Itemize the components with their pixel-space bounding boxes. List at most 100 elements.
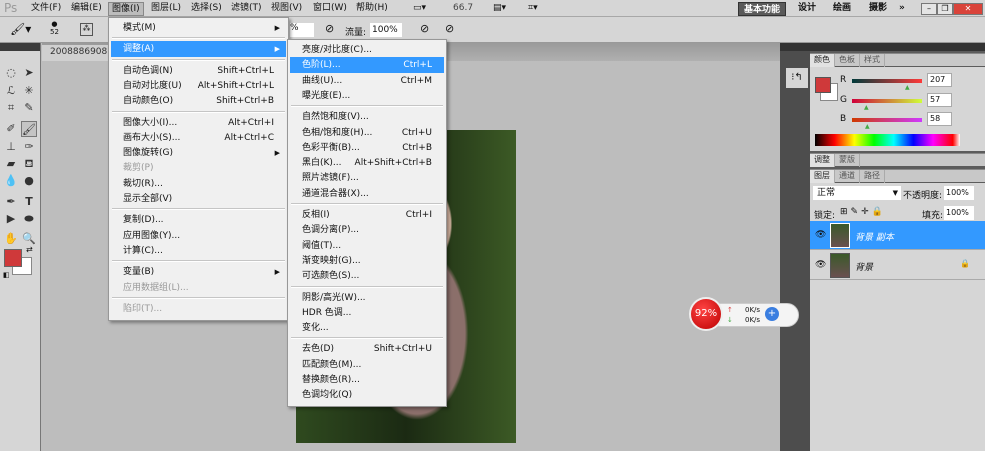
hand-tool-icon[interactable]: ✋ [3, 231, 19, 247]
menu-edit[interactable]: 编辑(E) [68, 2, 105, 16]
blur-tool-icon[interactable]: 💧 [3, 173, 19, 189]
brush-tool-icon[interactable]: 🖌 [21, 121, 37, 137]
menu-item[interactable]: 通道混合器(X)... [290, 186, 444, 202]
menu-select[interactable]: 选择(S) [188, 2, 225, 16]
crop-tool-icon[interactable]: ⌗ [3, 100, 19, 116]
layer-fill-input[interactable]: 100% [944, 206, 974, 220]
menu-item[interactable]: 自动对比度(U) Alt+Shift+Ctrl+L [111, 78, 286, 94]
menu-item[interactable]: 照片滤镜(F)... [290, 170, 444, 186]
pressure-size-icon[interactable]: ⊘ [445, 22, 454, 35]
workspace-basic[interactable]: 基本功能 [738, 2, 786, 16]
eye-icon[interactable]: 👁 [815, 260, 826, 270]
menu-item[interactable]: 可选颜色(S)... [290, 268, 444, 284]
menu-item[interactable]: 色相/饱和度(H)... Ctrl+U [290, 125, 444, 141]
workspace-design[interactable]: 设计 [795, 2, 819, 16]
menu-item[interactable]: 图像大小(I)... Alt+Ctrl+I [111, 115, 286, 131]
menu-item[interactable]: 自然饱和度(V)... [290, 109, 444, 125]
add-icon[interactable]: + [765, 307, 779, 321]
lasso-tool-icon[interactable]: ℒ [3, 83, 19, 99]
r-slider[interactable] [852, 79, 922, 83]
layer-name[interactable]: 背景 副本 [855, 230, 894, 243]
screen-mode-icon[interactable]: ▭▾ [410, 2, 429, 16]
history-brush-icon[interactable]: ✑ [21, 139, 37, 155]
shape-tool-icon[interactable]: ⬬ [21, 211, 37, 227]
menu-item[interactable]: 去色(D) Shift+Ctrl+U [290, 341, 444, 357]
menu-item[interactable]: 阈值(T)... [290, 238, 444, 254]
layer-row-selected[interactable]: 👁 背景 副本 [810, 221, 985, 250]
workspace-more[interactable]: » [896, 2, 908, 16]
pressure-opacity-icon[interactable]: ⊘ [325, 22, 334, 35]
foreground-color-swatch[interactable] [4, 249, 22, 267]
menu-item[interactable]: 自动颜色(O) Shift+Ctrl+B [111, 93, 286, 109]
tab-channels[interactable]: 通道 [835, 170, 860, 183]
menu-item[interactable]: 图像旋转(G) ▶ [111, 145, 286, 161]
pen-tool-icon[interactable]: ✒ [3, 194, 19, 210]
color-spectrum[interactable] [815, 134, 960, 146]
menu-item[interactable]: 色调分离(P)... [290, 222, 444, 238]
menu-item[interactable]: 阴影/高光(W)... [290, 290, 444, 306]
menu-item[interactable]: 模式(M) ▶ [111, 20, 286, 36]
b-value[interactable]: 58 [927, 112, 952, 126]
menu-item[interactable]: 亮度/对比度(C)... [290, 42, 444, 58]
menu-item[interactable]: HDR 色调... [290, 305, 444, 321]
workspace-paint[interactable]: 绘画 [830, 2, 854, 16]
layer-opacity-input[interactable]: 100% [944, 186, 974, 200]
layer-row[interactable]: 👁 背景 🔒 [810, 251, 985, 280]
swap-colors-icon[interactable]: ⇄ [26, 245, 33, 254]
menu-item[interactable]: 色彩平衡(B)... Ctrl+B [290, 140, 444, 156]
menu-item[interactable]: 色阶(L)... Ctrl+L [290, 57, 444, 74]
default-colors-icon[interactable]: ◧ [3, 271, 10, 279]
menu-filter[interactable]: 滤镜(T) [228, 2, 265, 16]
document-tab[interactable]: 200888690878 [42, 45, 112, 61]
menu-item[interactable]: 应用图像(Y)... [111, 228, 286, 244]
zoom-level[interactable]: 66.7 [450, 2, 476, 16]
close-button[interactable]: ✕ [953, 3, 983, 15]
arrange-icon[interactable]: ▤▾ [490, 2, 509, 16]
r-slider-thumb[interactable]: ▲ [905, 84, 910, 91]
menu-item[interactable]: 曝光度(E)... [290, 88, 444, 104]
g-slider[interactable] [852, 99, 922, 103]
restore-button[interactable]: ❐ [937, 3, 953, 15]
menu-item[interactable]: 显示全部(V) [111, 191, 286, 207]
eye-icon[interactable]: 👁 [815, 230, 826, 240]
flow-input[interactable]: 100% [370, 23, 402, 37]
g-slider-thumb[interactable]: ▲ [864, 104, 869, 111]
clone-stamp-icon[interactable]: ⊥ [3, 139, 19, 155]
magic-wand-icon[interactable]: ✳ [21, 83, 37, 99]
path-select-icon[interactable]: ▶ [3, 211, 19, 227]
menu-layer[interactable]: 图层(L) [148, 2, 184, 16]
menu-item[interactable]: 匹配颜色(M)... [290, 357, 444, 373]
menu-item[interactable]: 变量(B) ▶ [111, 264, 286, 280]
airbrush-icon[interactable]: ⊘ [420, 22, 429, 35]
menu-item[interactable]: 裁切(R)... [111, 176, 286, 192]
eraser-icon[interactable]: ▰ [3, 156, 19, 172]
tab-color[interactable]: 颜色 [810, 54, 835, 67]
menu-item[interactable]: 渐变映射(G)... [290, 253, 444, 269]
b-slider-thumb[interactable]: ▲ [865, 123, 870, 130]
menu-window[interactable]: 窗口(W) [310, 2, 350, 16]
menu-image[interactable]: 图像(I) [108, 2, 144, 16]
dodge-tool-icon[interactable]: ● [21, 173, 37, 189]
screen-icon[interactable]: ⌗▾ [525, 2, 541, 16]
tab-swatches[interactable]: 色板 [835, 54, 860, 67]
menu-item[interactable]: 色调均化(Q) [290, 387, 444, 403]
g-value[interactable]: 57 [927, 93, 952, 107]
menu-file[interactable]: 文件(F) [28, 2, 64, 16]
brush-panel-icon[interactable]: ⁂ [80, 23, 93, 36]
b-slider[interactable] [852, 118, 922, 122]
menu-item[interactable]: 调整(A) ▶ [111, 41, 286, 58]
history-panel-icon[interactable]: ⁝↰ [786, 68, 808, 88]
tab-styles[interactable]: 样式 [860, 54, 885, 67]
blend-mode-select[interactable]: 正常 ▼ [813, 186, 901, 200]
fg-color-swatch[interactable] [815, 77, 831, 93]
eyedropper-icon[interactable]: ✎ [21, 100, 37, 116]
menu-item[interactable]: 计算(C)... [111, 243, 286, 259]
type-tool-icon[interactable]: T [21, 194, 37, 210]
menu-item[interactable]: 反相(I) Ctrl+I [290, 207, 444, 223]
menu-item[interactable]: 复制(D)... [111, 212, 286, 228]
menu-item[interactable]: 自动色调(N) Shift+Ctrl+L [111, 63, 286, 79]
workspace-photo[interactable]: 摄影 [866, 2, 890, 16]
minimize-button[interactable]: – [921, 3, 937, 15]
menu-help[interactable]: 帮助(H) [353, 2, 391, 16]
tab-paths[interactable]: 路径 [860, 170, 885, 183]
